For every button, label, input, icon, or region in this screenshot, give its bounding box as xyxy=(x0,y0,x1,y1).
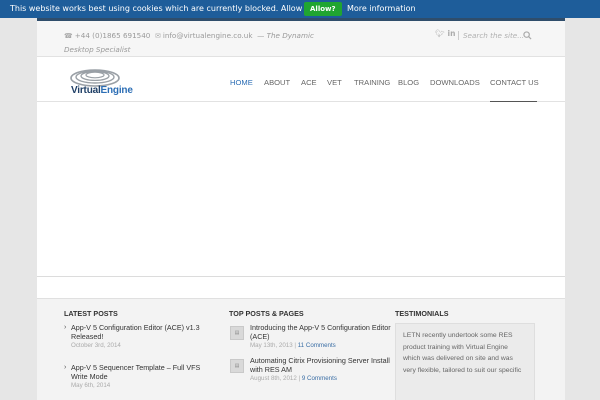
contact-info: ☎ +44 (0)1865 691540 ✉ info@virtualengine.… xyxy=(64,29,344,56)
top-post-title[interactable]: Introducing the App-V 5 Configuration Ed… xyxy=(250,323,391,341)
twitter-icon[interactable]: 🐦︎ xyxy=(435,29,445,38)
envelope-icon: ✉ xyxy=(154,32,161,40)
latest-post-title[interactable]: App-V 5 Sequencer Template – Full VFS Wr… xyxy=(71,363,200,381)
comments-link[interactable]: 9 Comments xyxy=(302,375,337,382)
logo-text-virtual: Virtual xyxy=(71,85,101,96)
latest-posts-title: LATEST POSTS xyxy=(64,309,118,318)
search-icon[interactable] xyxy=(523,31,532,40)
top-posts-title: TOP POSTS & PAGES xyxy=(229,309,304,318)
nav-blog[interactable]: BLOG xyxy=(398,78,419,87)
nav-ace[interactable]: ACE xyxy=(301,78,317,87)
topbar-divider xyxy=(458,31,459,40)
search-input[interactable]: Search the site... xyxy=(463,31,524,40)
nav-vet[interactable]: VET xyxy=(327,78,342,87)
top-post-meta: May 13th, 2013 | 11 Comments xyxy=(250,342,336,349)
nav-contact-us[interactable]: CONTACT US xyxy=(490,78,539,87)
social-links: 🐦︎ in xyxy=(435,29,458,38)
email-link[interactable]: info@virtualengine.co.uk xyxy=(163,31,253,40)
nav-home[interactable]: HOME xyxy=(230,78,253,87)
testimonial-quote: LETN recently undertook some RES product… xyxy=(395,323,535,400)
latest-post-item[interactable]: › App-V 5 Sequencer Template – Full VFS … xyxy=(64,363,211,390)
logo-text-engine: Engine xyxy=(100,85,133,96)
nav-about[interactable]: ABOUT xyxy=(264,78,290,87)
phone-number: +44 (0)1865 691540 xyxy=(74,31,151,40)
latest-post-title[interactable]: App-V 5 Configuration Editor (ACE) v1.3 … xyxy=(71,323,200,341)
arrow-right-icon: › xyxy=(64,364,67,371)
hero-area xyxy=(37,103,565,277)
top-post-date: August 8th, 2012 xyxy=(250,375,297,382)
page-container: ☎ +44 (0)1865 691540 ✉ info@virtualengine.… xyxy=(37,18,565,400)
post-thumbnail[interactable]: ▤ xyxy=(230,326,244,340)
allow-cookies-button[interactable]: Allow? xyxy=(304,2,342,16)
top-post-item[interactable]: Automating Citrix Provisioning Server In… xyxy=(250,356,395,383)
footer-widgets: LATEST POSTS › App-V 5 Configuration Edi… xyxy=(37,298,565,400)
cookie-message: This website works best using cookies wh… xyxy=(10,4,340,13)
nav-downloads[interactable]: DOWNLOADS xyxy=(430,78,480,87)
more-information-link[interactable]: More information xyxy=(347,4,416,13)
top-post-meta: August 8th, 2012 | 9 Comments xyxy=(250,375,337,382)
testimonials-title: TESTIMONIALS xyxy=(395,309,449,318)
phone-icon: ☎ xyxy=(64,32,73,40)
arrow-right-icon: › xyxy=(64,324,67,331)
logo-wordmark[interactable]: VirtualEngine xyxy=(71,85,133,96)
cookie-bar: This website works best using cookies wh… xyxy=(0,0,600,18)
top-post-date: May 13th, 2013 xyxy=(250,342,293,349)
latest-post-date: May 6th, 2014 xyxy=(71,382,111,389)
post-thumbnail[interactable]: ▤ xyxy=(230,359,244,373)
site-header: VirtualEngine HOME ABOUT ACE VET TRAININ… xyxy=(37,58,565,102)
nav-hover-underline xyxy=(490,101,537,102)
nav-training[interactable]: TRAINING xyxy=(354,78,390,87)
latest-post-date: October 3rd, 2014 xyxy=(71,342,121,349)
linkedin-icon[interactable]: in xyxy=(448,29,456,38)
top-post-item[interactable]: Introducing the App-V 5 Configuration Ed… xyxy=(250,323,395,350)
top-post-title[interactable]: Automating Citrix Provisioning Server In… xyxy=(250,356,390,374)
comments-link[interactable]: 11 Comments xyxy=(298,342,336,349)
top-info-bar: ☎ +44 (0)1865 691540 ✉ info@virtualengine.… xyxy=(37,21,565,57)
latest-post-item[interactable]: › App-V 5 Configuration Editor (ACE) v1.… xyxy=(64,323,211,350)
